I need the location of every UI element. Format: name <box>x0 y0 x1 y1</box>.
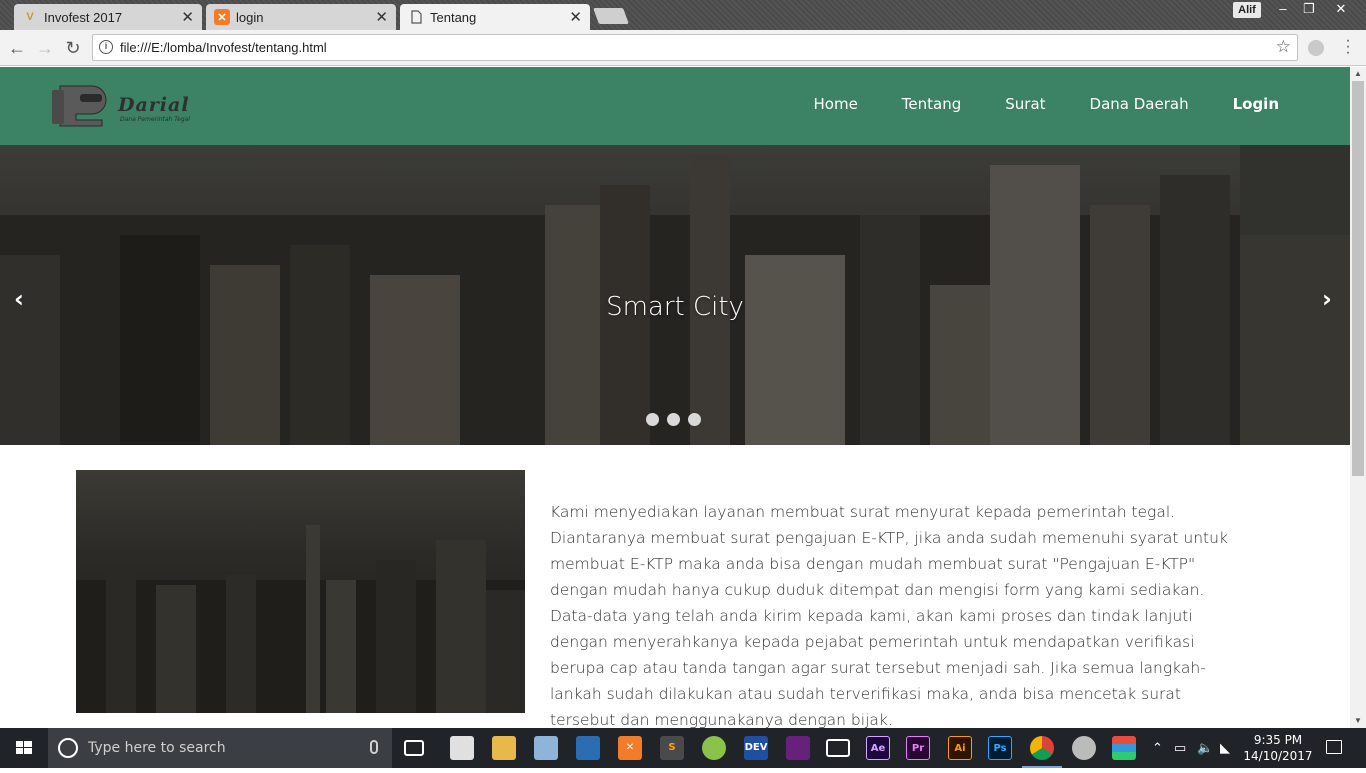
scroll-thumb[interactable] <box>1352 81 1364 476</box>
xampp-icon: ✕ <box>214 9 230 25</box>
browser-toolbar: ← → ↻ i file:///E:/lomba/Invofest/tentan… <box>0 30 1366 66</box>
chrome-icon[interactable] <box>1030 736 1054 760</box>
carousel-dot[interactable] <box>646 413 659 426</box>
drop-icon[interactable] <box>1072 736 1096 760</box>
about-image <box>76 470 525 713</box>
start-button[interactable] <box>0 728 48 768</box>
color-bars-icon[interactable] <box>1112 736 1136 760</box>
premiere-icon[interactable]: Pr <box>906 736 930 760</box>
windows-logo-icon <box>16 741 32 754</box>
after-effects-icon[interactable]: Ae <box>866 736 890 760</box>
forward-icon[interactable]: → <box>34 37 56 59</box>
tab-tentang[interactable]: Tentang ✕ <box>400 4 590 30</box>
tab-login[interactable]: ✕ login ✕ <box>206 4 396 30</box>
close-icon[interactable]: ✕ <box>375 8 388 26</box>
file-explorer-icon[interactable] <box>492 736 516 760</box>
tab-title: Tentang <box>430 9 477 25</box>
search-placeholder: Type here to search <box>88 740 226 756</box>
xampp-icon[interactable]: ✕ <box>618 736 642 760</box>
visual-studio-code-icon[interactable] <box>576 736 600 760</box>
clock-time: 9:35 PM <box>1253 733 1303 747</box>
close-icon[interactable]: ✕ <box>181 8 194 26</box>
tab-title: login <box>236 9 264 25</box>
nav-dana-daerah[interactable]: Dana Daerah <box>1090 95 1189 113</box>
nav-tentang[interactable]: Tentang <box>902 95 961 113</box>
scroll-down-icon[interactable]: ▼ <box>1350 714 1366 728</box>
main-nav: Home Tentang Surat Dana Daerah Login <box>814 95 1280 113</box>
close-icon[interactable]: ✕ <box>569 8 582 26</box>
reload-icon[interactable]: ↻ <box>62 37 84 59</box>
about-paragraph: Kami menyediakan layanan membuat surat m… <box>550 503 1228 728</box>
tab-title: Invofest 2017 <box>44 9 123 25</box>
nav-surat[interactable]: Surat <box>1005 95 1045 113</box>
hero-carousel: ‹ › Smart City <box>0 145 1350 445</box>
scroll-up-icon[interactable]: ▲ <box>1350 67 1366 81</box>
page-icon <box>408 9 424 25</box>
page-viewport: Darial Dana Pemerintah Tegal Home Tentan… <box>0 67 1350 728</box>
logo-tagline: Dana Pemerintah Tegal <box>120 116 190 123</box>
browser-tabstrip: V Invofest 2017 ✕ ✕ login ✕ Tentang ✕ Al… <box>0 0 1366 30</box>
back-icon[interactable]: ← <box>6 37 28 59</box>
nav-login[interactable]: Login <box>1233 95 1279 113</box>
clock-date: 14/10/2017 <box>1243 749 1313 763</box>
minimize-icon[interactable]: – <box>1270 0 1296 18</box>
photoshop-icon[interactable]: Ps <box>988 736 1012 760</box>
illustrator-icon[interactable]: Ai <box>948 736 972 760</box>
bookmark-star-icon[interactable]: ☆ <box>1276 37 1291 57</box>
android-studio-icon[interactable] <box>702 736 726 760</box>
url-text[interactable]: file:///E:/lomba/Invofest/tentang.html <box>120 40 327 55</box>
system-clock[interactable]: 9:35 PM 14/10/2017 <box>1238 732 1318 764</box>
site-navbar: Darial Dana Pemerintah Tegal Home Tentan… <box>0 67 1350 145</box>
logo-text: Darial <box>118 94 190 116</box>
carousel-dot[interactable] <box>667 413 680 426</box>
carousel-dot[interactable] <box>688 413 701 426</box>
network-icon[interactable]: ◣ <box>1220 740 1230 756</box>
cortana-icon <box>58 738 78 758</box>
taskbar-search[interactable]: Type here to search <box>48 728 392 768</box>
tab-invofest[interactable]: V Invofest 2017 ✕ <box>14 4 202 30</box>
restore-icon[interactable]: ❐ <box>1296 0 1322 18</box>
profile-button[interactable]: Alif <box>1233 2 1261 18</box>
box-icon[interactable] <box>534 736 558 760</box>
sublime-text-icon[interactable]: S <box>660 736 684 760</box>
chevron-up-icon[interactable]: ⌃ <box>1152 740 1163 756</box>
v-logo-icon: V <box>26 11 34 23</box>
extension-icon[interactable] <box>1308 40 1324 56</box>
store-icon[interactable] <box>450 736 474 760</box>
task-view-icon[interactable] <box>404 740 424 756</box>
nav-home[interactable]: Home <box>814 95 858 113</box>
info-icon[interactable]: i <box>99 40 113 54</box>
film-icon[interactable] <box>826 739 850 757</box>
carousel-indicators <box>646 413 701 426</box>
visual-studio-icon[interactable] <box>786 736 810 760</box>
battery-icon[interactable]: ▭ <box>1174 740 1186 756</box>
dev-cpp-icon[interactable]: DEV <box>744 736 768 760</box>
new-tab-button[interactable] <box>593 8 629 24</box>
speaker-icon[interactable]: 🔈 <box>1197 740 1213 756</box>
notification-icon[interactable] <box>1326 740 1342 754</box>
site-logo[interactable]: Darial Dana Pemerintah Tegal <box>50 80 210 130</box>
close-window-icon[interactable]: ✕ <box>1328 0 1354 18</box>
page-scrollbar[interactable]: ▲ ▼ <box>1350 67 1366 728</box>
menu-icon[interactable]: · · · <box>1343 33 1353 61</box>
hero-title: Smart City <box>606 292 744 322</box>
address-bar[interactable]: i file:///E:/lomba/Invofest/tentang.html… <box>92 34 1298 61</box>
microphone-icon[interactable] <box>370 740 378 754</box>
windows-taskbar: Type here to search ✕ S DEV Ae Pr Ai Ps … <box>0 728 1366 768</box>
